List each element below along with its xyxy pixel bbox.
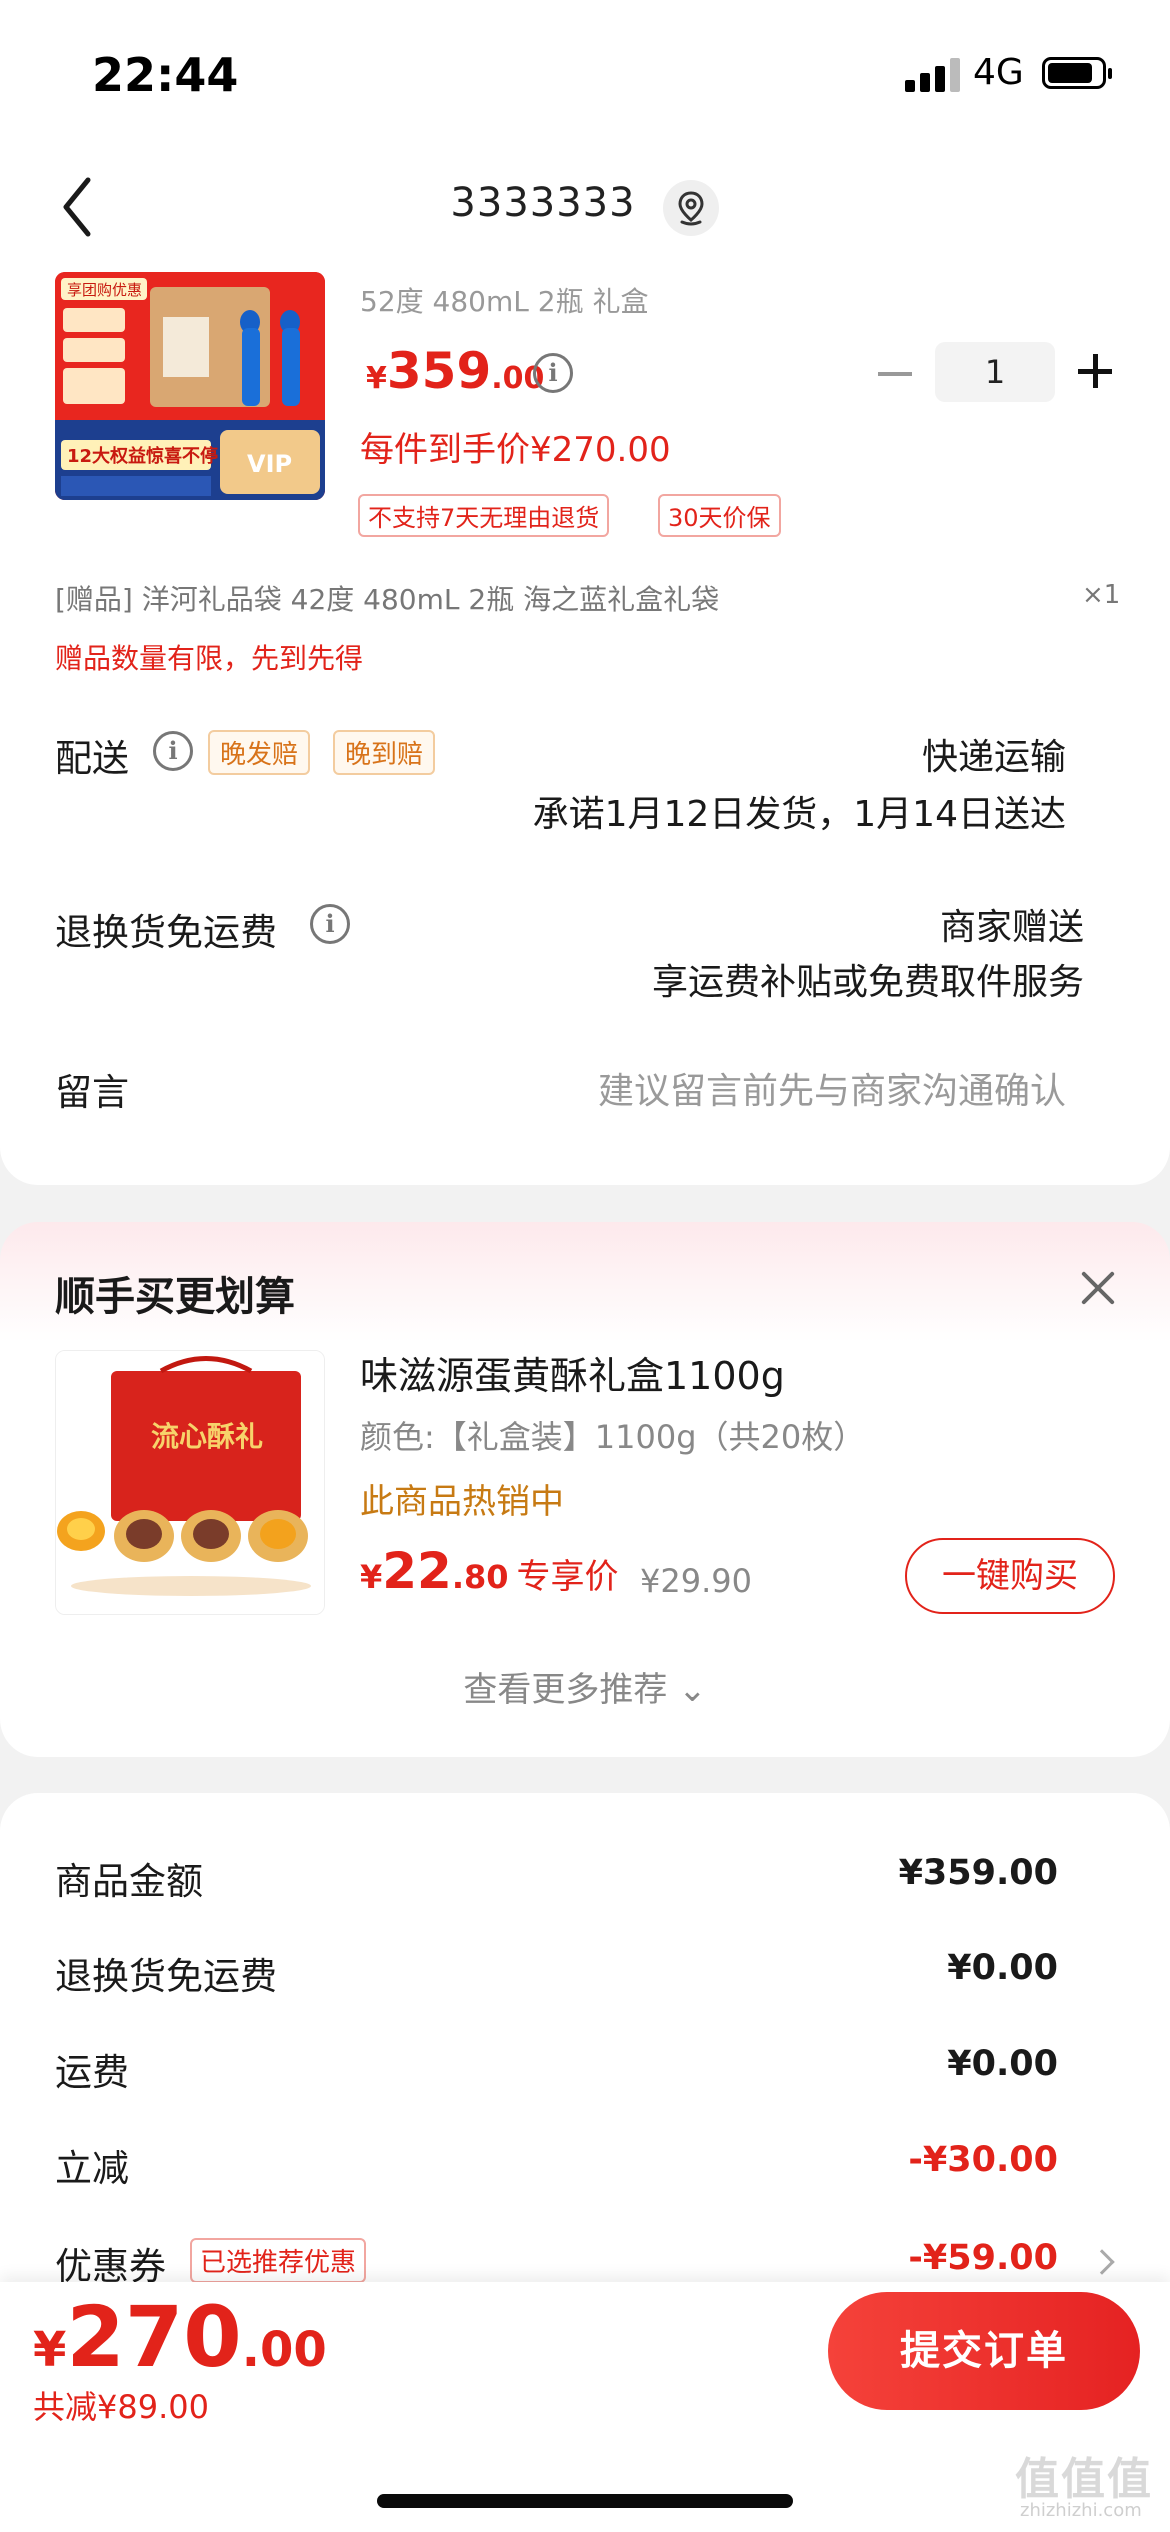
quantity-increase-button[interactable] bbox=[1078, 354, 1112, 388]
price-protect-tag: 30天价保 bbox=[658, 494, 781, 537]
watermark-logo: 值值值 bbox=[1015, 2454, 1153, 2505]
order-item-card: 享团购优惠 12大权益惊喜不停 VIP 52度 480mL 2瓶 礼盒 ¥359… bbox=[0, 270, 1170, 1185]
home-indicator[interactable] bbox=[377, 2494, 793, 2508]
upsell-product-image[interactable]: 流心酥礼 bbox=[55, 1350, 325, 1615]
late-ship-tag: 晚发赔 bbox=[208, 730, 311, 775]
gift-note: 赠品数量有限，先到先得 bbox=[55, 642, 364, 675]
gift-quantity: ×1 bbox=[1082, 580, 1121, 610]
status-bar: 22:44 4G bbox=[0, 0, 1170, 150]
delivery-info-icon[interactable]: i bbox=[153, 731, 193, 771]
submit-order-button[interactable]: 提交订单 bbox=[828, 2292, 1140, 2410]
upsell-hot-label: 此商品热销中 bbox=[360, 1482, 564, 1522]
net-price: 每件到手价¥270.00 bbox=[360, 430, 671, 470]
upsell-product-name[interactable]: 味滋源蛋黄酥礼盒1100g bbox=[360, 1345, 785, 1400]
product-spec: 52度 480mL 2瓶 礼盒 bbox=[360, 285, 649, 318]
gift-item: [赠品] 洋河礼品袋 42度 480mL 2瓶 海之蓝礼盒礼袋 bbox=[55, 583, 720, 616]
product-image[interactable]: 享团购优惠 12大权益惊喜不停 VIP bbox=[55, 272, 325, 500]
summary-value: ¥0.00 bbox=[947, 2044, 1058, 2084]
page-title: 3333333 bbox=[450, 180, 636, 226]
summary-value: ¥0.00 bbox=[947, 1948, 1058, 1988]
delivery-promise: 承诺1月12日发货，1月14日送达 bbox=[532, 794, 1066, 835]
product-price: ¥359.00 bbox=[366, 342, 545, 400]
total-saved: 共减¥89.00 bbox=[33, 2388, 209, 2426]
price-info-icon[interactable]: i bbox=[533, 353, 573, 393]
close-icon[interactable] bbox=[1080, 1270, 1116, 1306]
quantity-decrease-button[interactable] bbox=[878, 356, 912, 392]
summary-label: 商品金额 bbox=[55, 1860, 203, 1903]
coupon-value[interactable]: -¥59.00 bbox=[908, 2238, 1058, 2278]
network-label: 4G bbox=[973, 52, 1024, 93]
delivery-label: 配送 bbox=[55, 737, 129, 780]
upsell-card: 顺手买更划算 流心酥礼 味滋源蛋黄酥礼盒1100g 颜色:【礼盒装】1100g（… bbox=[0, 1222, 1170, 1757]
return-shipping-desc: 享运费补贴或免费取件服务 bbox=[651, 962, 1084, 1003]
message-input[interactable]: 建议留言前先与商家沟通确认 bbox=[598, 1062, 1066, 1114]
signal-icon bbox=[905, 58, 961, 92]
svg-text:VIP: VIP bbox=[247, 450, 292, 478]
total-price: ¥270.00 bbox=[33, 2288, 327, 2386]
quantity-value[interactable]: 1 bbox=[935, 342, 1055, 402]
location-button[interactable] bbox=[663, 180, 719, 236]
upsell-price: ¥22.80 专享价 bbox=[360, 1542, 619, 1600]
battery-icon bbox=[1042, 57, 1112, 89]
summary-value: ¥359.00 bbox=[898, 1853, 1058, 1893]
return-shipping-label: 退换货免运费 bbox=[55, 911, 277, 954]
delivery-method[interactable]: 快递运输 bbox=[922, 728, 1066, 780]
upsell-title: 顺手买更划算 bbox=[55, 1274, 295, 1320]
summary-label: 立减 bbox=[55, 2147, 129, 2190]
coupon-tag: 已选推荐优惠 bbox=[190, 2238, 367, 2283]
upsell-product-spec: 颜色:【礼盒装】1100g（共20枚） bbox=[360, 1418, 866, 1456]
svg-text:12大权益惊喜不停: 12大权益惊喜不停 bbox=[67, 445, 218, 467]
price-summary-card: 商品金额 ¥359.00 退换货免运费 ¥0.00 运费 ¥0.00 立减 -¥… bbox=[0, 1793, 1170, 2293]
checkout-bar: ¥270.00 共减¥89.00 提交订单 bbox=[0, 2282, 1170, 2532]
summary-label: 退换货免运费 bbox=[55, 1955, 277, 1998]
status-time: 22:44 bbox=[92, 48, 239, 102]
summary-label: 运费 bbox=[55, 2051, 129, 2094]
no-return-tag: 不支持7天无理由退货 bbox=[358, 494, 610, 537]
late-arrive-tag: 晚到赔 bbox=[333, 730, 436, 775]
svg-text:流心酥礼: 流心酥礼 bbox=[151, 1420, 263, 1453]
upsell-original-price: ¥29.90 bbox=[640, 1562, 752, 1600]
watermark-url: zhizhizhi.com bbox=[1020, 2500, 1142, 2521]
more-recommendations-link[interactable]: 查看更多推荐 ⌄ bbox=[0, 1662, 1170, 1711]
location-pin-icon bbox=[678, 191, 704, 226]
svg-text:享团购优惠: 享团购优惠 bbox=[67, 281, 142, 299]
return-shipping-value: 商家赠送 bbox=[939, 907, 1084, 948]
chevron-right-icon[interactable] bbox=[1089, 2249, 1115, 2275]
nav-header: 3333333 bbox=[0, 150, 1170, 270]
message-label: 留言 bbox=[55, 1071, 129, 1114]
return-info-icon[interactable]: i bbox=[310, 904, 350, 944]
one-click-buy-button[interactable]: 一键购买 bbox=[905, 1538, 1115, 1614]
discount-value: -¥30.00 bbox=[908, 2140, 1058, 2180]
